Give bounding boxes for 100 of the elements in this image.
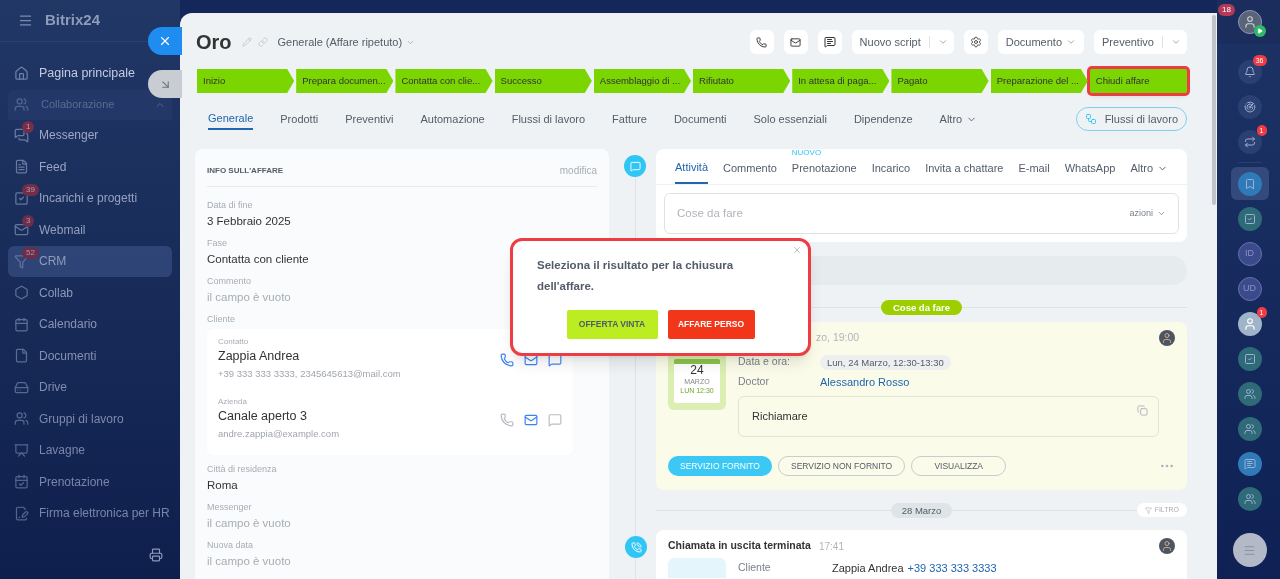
stage-step[interactable]: Contatta con clie...: [395, 69, 493, 93]
sidebar-item-label: Feed: [39, 158, 67, 176]
date-pill: Lun, 24 Marzo, 12:30-13:30: [820, 354, 951, 370]
composer-tab[interactable]: E-mail: [1018, 152, 1050, 184]
activity-time: zo, 19:00: [816, 330, 861, 346]
phone-icon[interactable]: [500, 353, 514, 367]
composer-tab[interactable]: Attività: [675, 152, 708, 184]
detail-label: Doctor: [738, 374, 770, 390]
stage-step[interactable]: In attesa di paga...: [792, 69, 890, 93]
sidebar-item[interactable]: Messenger 1: [8, 119, 172, 151]
sidebar-item[interactable]: CRM 52: [8, 245, 172, 277]
menu-item-icon: [14, 348, 29, 364]
right-bar-item[interactable]: [1230, 167, 1269, 200]
sidebar-item[interactable]: Collab: [8, 277, 172, 309]
tab[interactable]: Fatture: [612, 108, 647, 130]
sidebar-item[interactable]: Pagina principale: [8, 58, 144, 90]
category-dropdown[interactable]: Generale (Affare ripetuto): [277, 33, 416, 51]
client-name[interactable]: Zappia Andrea: [832, 559, 904, 577]
composer-tab[interactable]: Commento: [723, 152, 777, 184]
sidebar-item[interactable]: Calendario: [8, 308, 172, 340]
menu-item-icon: [14, 159, 29, 175]
mail-icon[interactable]: [524, 413, 538, 427]
tab[interactable]: Documenti: [673, 108, 727, 130]
group-button[interactable]: [1237, 416, 1262, 441]
sidebar-item[interactable]: Documenti: [8, 340, 172, 372]
close-button[interactable]: [148, 27, 182, 55]
lose-button[interactable]: AFFARE PERSO: [667, 310, 755, 339]
dialog-message: Seleziona il risultato per la chiusura dell'affare.: [537, 258, 735, 294]
sidebar-item[interactable]: Webmail 3: [8, 214, 172, 246]
task-icon: [1243, 212, 1256, 225]
sidebar-item[interactable]: Incarichi e progetti 39: [8, 182, 172, 214]
stage-step[interactable]: Prepara documen...: [296, 69, 394, 93]
chat-avatar[interactable]: [1237, 311, 1262, 336]
email-button[interactable]: [783, 30, 808, 54]
group-button[interactable]: [1237, 486, 1262, 511]
sidebar-item[interactable]: Lavagne: [8, 434, 172, 466]
composer-tab[interactable]: Invita a chattare: [925, 152, 1004, 184]
tab[interactable]: Automazione: [420, 108, 485, 130]
person-link[interactable]: Alessandro Rosso: [820, 373, 910, 391]
menu-item-icon: [14, 222, 29, 238]
menu-icon[interactable]: [18, 13, 33, 28]
script-button[interactable]: Nuovo script: [851, 30, 954, 54]
actions-dropdown[interactable]: azioni: [1129, 206, 1166, 221]
bell-icon: [1243, 65, 1256, 78]
composer-tab[interactable]: Incarico: [871, 152, 911, 184]
mail-icon[interactable]: [524, 353, 538, 367]
radar-button[interactable]: [1237, 94, 1262, 119]
call-button[interactable]: [749, 30, 774, 54]
task-button[interactable]: [1237, 346, 1262, 371]
task-button[interactable]: [1237, 206, 1262, 231]
menu-button[interactable]: [1232, 533, 1267, 567]
caret-icon: [1066, 37, 1076, 47]
settings-button[interactable]: [963, 30, 988, 54]
messages-button[interactable]: [1237, 451, 1262, 476]
scrollbar[interactable]: [1211, 13, 1217, 579]
composer-tab[interactable]: Altro: [1130, 152, 1168, 184]
tab[interactable]: Altro: [939, 108, 978, 130]
tab[interactable]: Solo essenziali: [753, 108, 827, 130]
group-button[interactable]: [1237, 381, 1262, 406]
sidebar-item[interactable]: Gruppi di lavoro: [8, 403, 172, 435]
menu-item-icon: [14, 285, 29, 301]
client-name[interactable]: Canale aperto 3: [218, 407, 307, 425]
menu-item-icon: [14, 127, 29, 143]
sidebar-item[interactable]: Prenotazione: [8, 466, 172, 498]
sidebar-item[interactable]: Firma elettronica per HR: [8, 497, 176, 529]
field-label: Messenger: [207, 501, 252, 513]
logo[interactable]: Bitrix24: [45, 9, 101, 32]
printer-icon[interactable]: [149, 548, 163, 562]
stage-step[interactable]: Assemblaggio di ...: [593, 69, 691, 93]
stage-step[interactable]: Chiudi affare: [1089, 69, 1188, 93]
stage-step[interactable]: Inizio: [197, 69, 295, 93]
document-dropdown[interactable]: Documento: [997, 30, 1084, 54]
phone-icon: [630, 541, 642, 553]
client-name[interactable]: Zappia Andrea: [218, 347, 300, 365]
tab[interactable]: Prodotti: [280, 108, 319, 130]
sidebar-item-label: Documenti: [39, 347, 97, 365]
tab[interactable]: Dipendenze: [853, 108, 913, 130]
date-divider-label: 28 Marzo: [890, 502, 953, 518]
composer-tab[interactable]: WhatsApp: [1064, 152, 1116, 184]
win-button[interactable]: OFFERTA VINTA: [566, 310, 658, 339]
minimize-button[interactable]: [148, 70, 182, 98]
tab[interactable]: Preventivi: [345, 108, 394, 130]
bell-button[interactable]: [1237, 59, 1262, 84]
tab[interactable]: Generale: [208, 108, 254, 130]
tab[interactable]: Flussi di lavoro: [511, 108, 586, 130]
phone-link[interactable]: +39 333 333 3333: [907, 559, 997, 577]
sidebar-item[interactable]: Feed: [8, 151, 172, 183]
counter-badge: 18: [1218, 4, 1235, 16]
radar-icon: [1243, 100, 1256, 113]
sidebar-item[interactable]: Drive: [8, 371, 172, 403]
group-icon: [1243, 422, 1256, 435]
stage-step[interactable]: Successo: [494, 69, 592, 93]
chat-button[interactable]: [817, 30, 842, 54]
quote-button[interactable]: Preventivo: [1094, 30, 1187, 54]
stage-step[interactable]: Pagato: [891, 69, 989, 93]
todo-input[interactable]: Cose da fare azioni: [664, 193, 1179, 234]
stage-step[interactable]: Preparazione del ...: [990, 69, 1088, 93]
stage-step[interactable]: Rifiutato: [693, 69, 791, 93]
bookmark-button[interactable]: [1237, 171, 1262, 196]
caret-icon: [1157, 209, 1166, 218]
